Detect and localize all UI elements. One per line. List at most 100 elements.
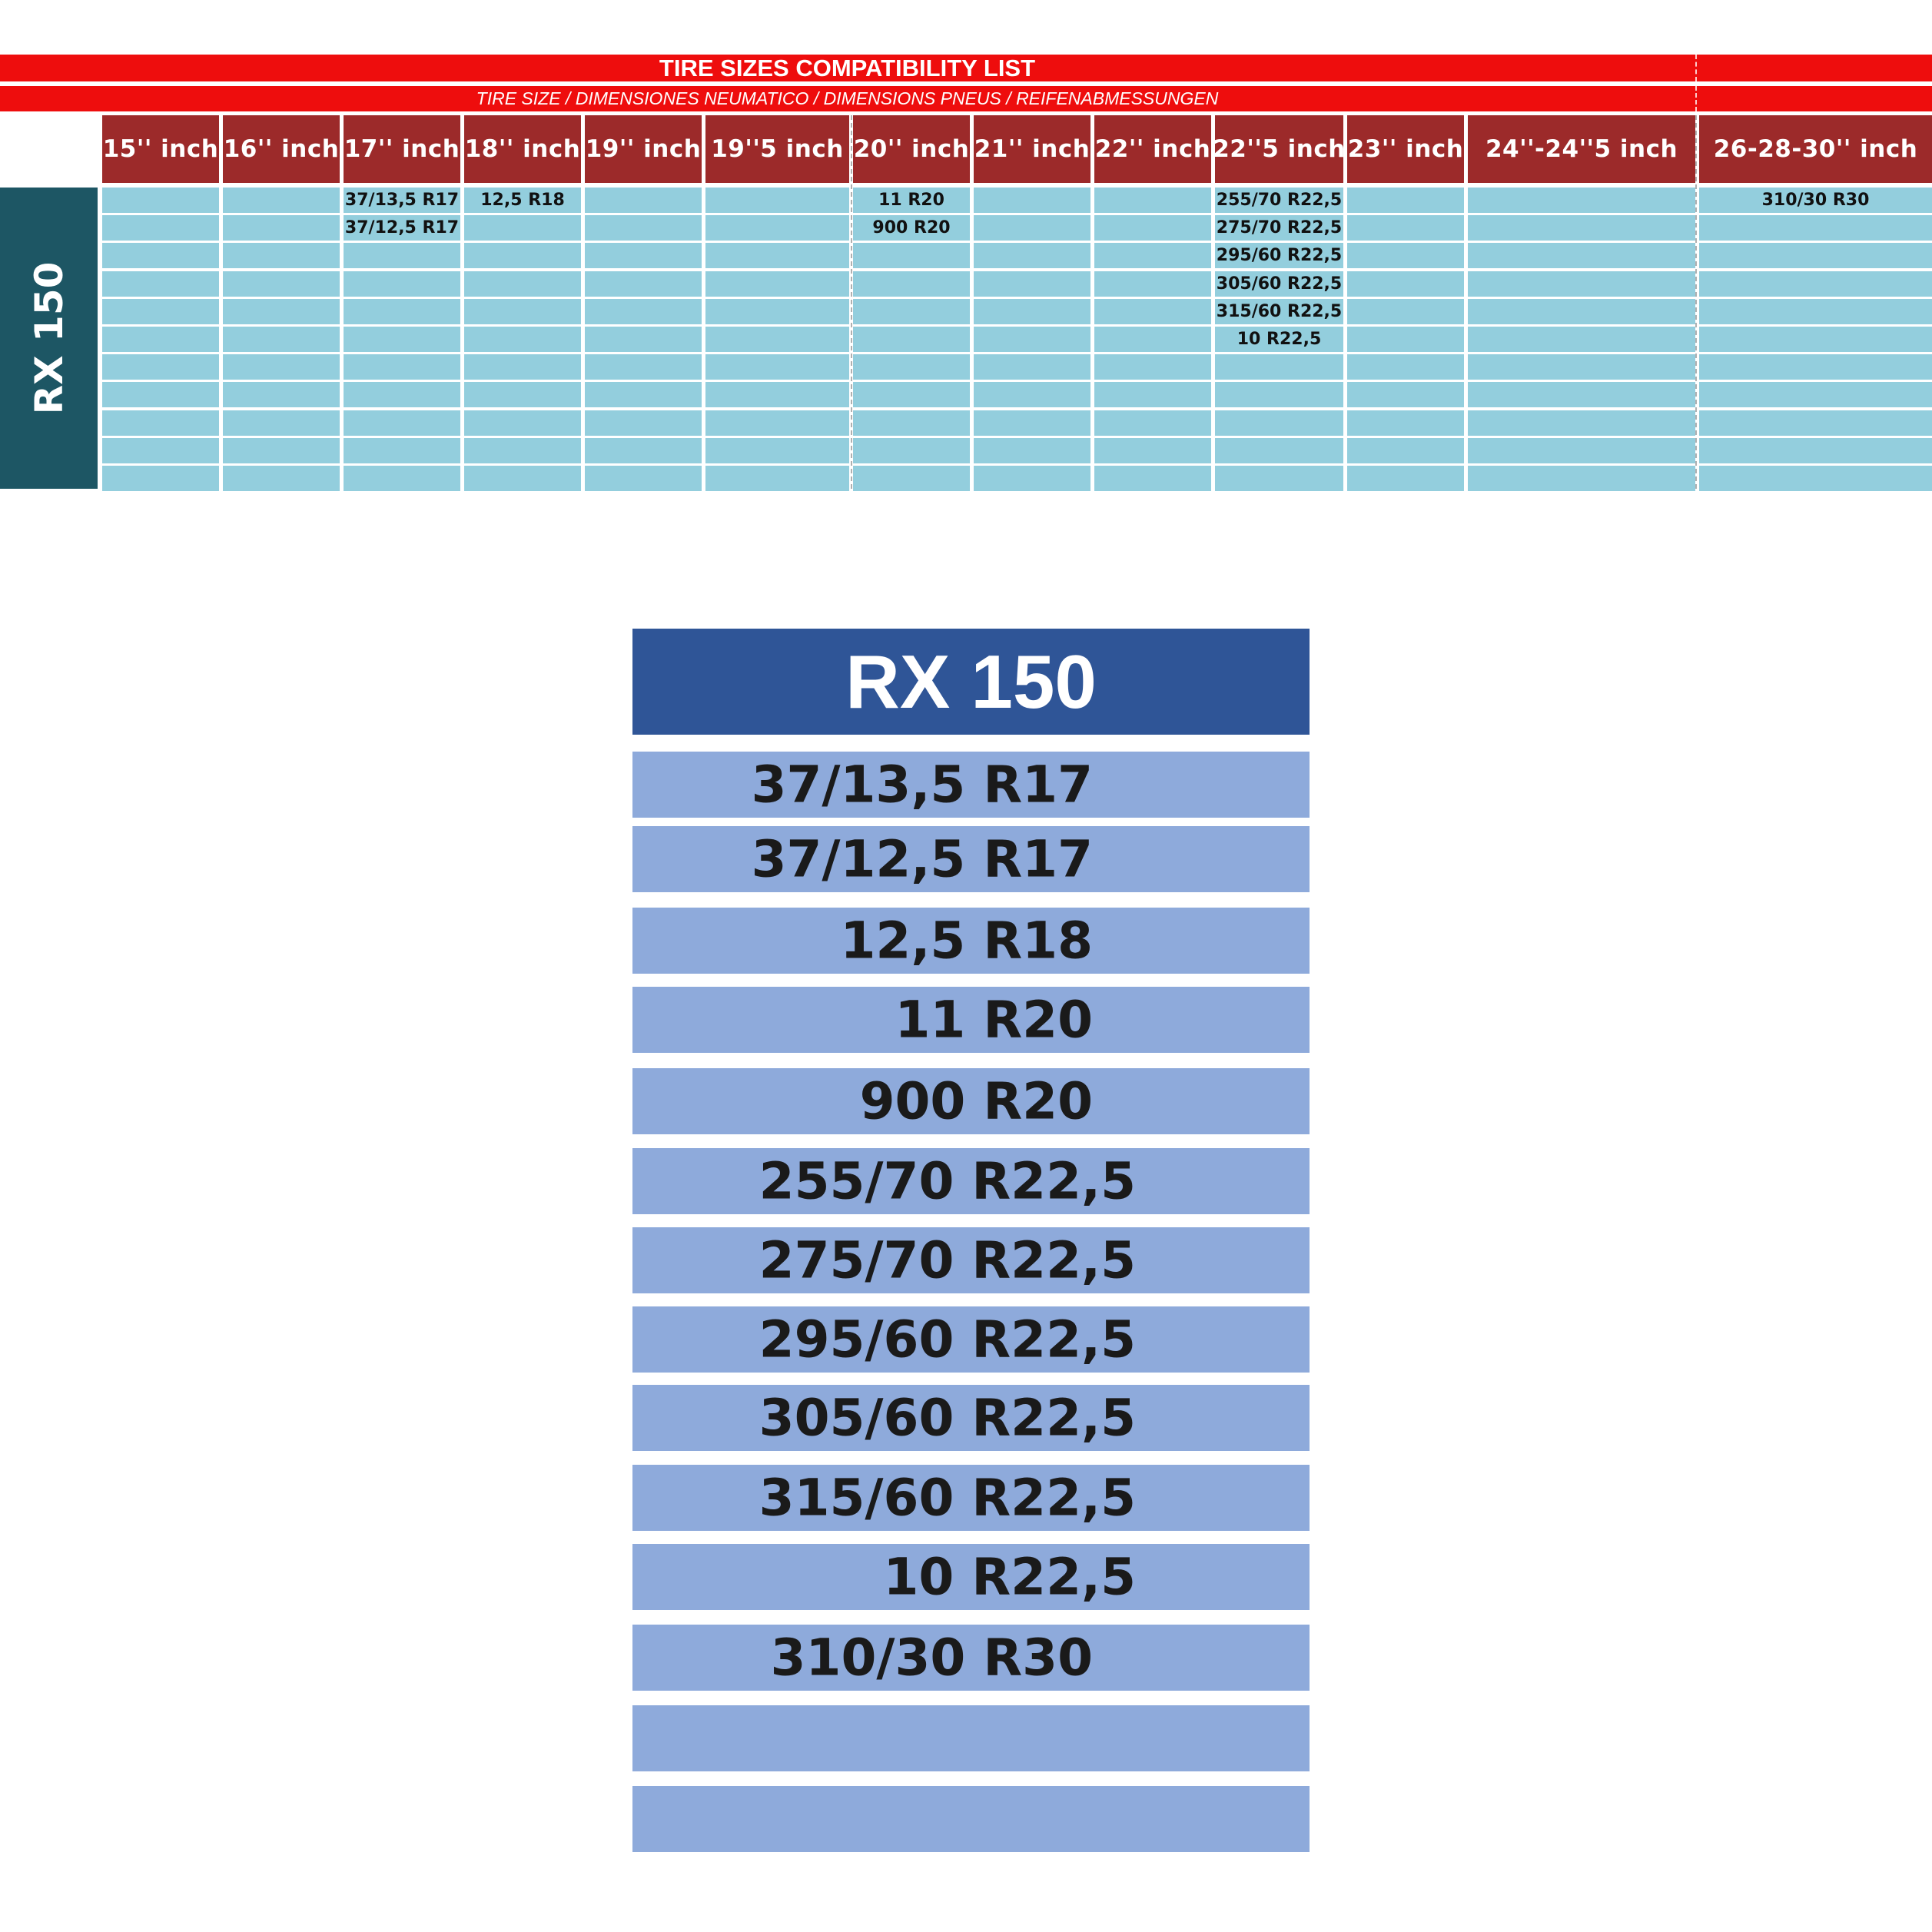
grid-cell bbox=[1347, 438, 1464, 463]
zoom-size-label: 295/60 R22,5 bbox=[759, 1310, 1136, 1369]
grid-cell bbox=[705, 243, 849, 268]
grid-cell bbox=[102, 410, 219, 436]
grid-cell bbox=[1347, 382, 1464, 407]
grid-cell: 11 R20 bbox=[853, 188, 970, 213]
grid-cell bbox=[102, 327, 219, 352]
grid-cell bbox=[1347, 327, 1464, 352]
grid-cell bbox=[464, 438, 581, 463]
grid-cell bbox=[344, 271, 460, 297]
dashed-separator bbox=[851, 115, 852, 489]
grid-cell: 10 R22,5 bbox=[1215, 327, 1343, 352]
grid-cell: 900 R20 bbox=[853, 215, 970, 241]
grid-cell bbox=[1094, 215, 1211, 241]
grid-cell bbox=[1094, 354, 1211, 380]
grid-cell bbox=[1699, 271, 1932, 297]
grid-cell bbox=[1699, 354, 1932, 380]
grid-cell bbox=[1215, 382, 1343, 407]
dashed-separator bbox=[1695, 115, 1697, 489]
zoom-table-title: RX 150 bbox=[632, 629, 1310, 735]
column-header: 15'' inch bbox=[102, 115, 219, 183]
grid-cell bbox=[1699, 410, 1932, 436]
grid-cell bbox=[1468, 299, 1695, 324]
grid-cell bbox=[1468, 271, 1695, 297]
sheet-title: TIRE SIZES COMPATIBILITY LIST bbox=[659, 55, 1036, 81]
grid-cell bbox=[974, 188, 1090, 213]
grid-cell bbox=[1094, 410, 1211, 436]
grid-cell bbox=[223, 354, 340, 380]
grid-cell bbox=[585, 438, 702, 463]
grid-cell bbox=[974, 215, 1090, 241]
column-header: 24''-24''5 inch bbox=[1468, 115, 1695, 183]
grid-cell bbox=[464, 271, 581, 297]
grid-cell bbox=[344, 382, 460, 407]
grid-cell bbox=[1468, 410, 1695, 436]
grid-cell bbox=[585, 466, 702, 491]
grid-cell bbox=[705, 438, 849, 463]
grid-cell bbox=[1699, 327, 1932, 352]
grid-cell bbox=[974, 410, 1090, 436]
zoom-size-label: 37/13,5 R17 bbox=[751, 755, 1093, 815]
grid-cell bbox=[1347, 354, 1464, 380]
grid-cell bbox=[1468, 438, 1695, 463]
model-side-label: RX 150 bbox=[0, 188, 98, 489]
zoom-size-label: 10 R22,5 bbox=[883, 1547, 1137, 1607]
grid-cell bbox=[464, 215, 581, 241]
grid-cell bbox=[102, 466, 219, 491]
grid-cell bbox=[344, 438, 460, 463]
grid-cell bbox=[223, 243, 340, 268]
grid-cell bbox=[853, 243, 970, 268]
column-header: 21'' inch bbox=[974, 115, 1090, 183]
column-header: 17'' inch bbox=[344, 115, 460, 183]
grid-cell bbox=[705, 354, 849, 380]
column-header: 19'' inch bbox=[585, 115, 702, 183]
zoom-size-label: 275/70 R22,5 bbox=[759, 1230, 1136, 1290]
grid-cell bbox=[223, 271, 340, 297]
grid-cell bbox=[705, 271, 849, 297]
column-header: 19''5 inch bbox=[705, 115, 849, 183]
grid-cell: 12,5 R18 bbox=[464, 188, 581, 213]
grid-cell bbox=[585, 327, 702, 352]
grid-cell bbox=[1094, 188, 1211, 213]
grid-cell bbox=[1347, 466, 1464, 491]
grid-cell bbox=[464, 327, 581, 352]
grid-cell bbox=[585, 410, 702, 436]
grid-cell bbox=[1215, 354, 1343, 380]
grid-cell bbox=[853, 466, 970, 491]
grid-cell bbox=[223, 327, 340, 352]
grid-cell bbox=[705, 215, 849, 241]
zoom-size-label: 37/12,5 R17 bbox=[751, 829, 1093, 889]
grid-cell bbox=[223, 382, 340, 407]
zoom-size-row: 37/12,5 R17 bbox=[632, 826, 1310, 892]
grid-cell bbox=[223, 466, 340, 491]
grid-cell bbox=[223, 438, 340, 463]
grid-cell bbox=[705, 410, 849, 436]
grid-cell bbox=[1347, 299, 1464, 324]
grid-cell bbox=[102, 215, 219, 241]
grid-cell bbox=[853, 410, 970, 436]
grid-cell bbox=[344, 327, 460, 352]
grid-cell bbox=[1094, 299, 1211, 324]
grid-cell bbox=[974, 354, 1090, 380]
grid-cell bbox=[974, 243, 1090, 268]
grid-cell bbox=[974, 382, 1090, 407]
grid-cell bbox=[853, 354, 970, 380]
grid-cell bbox=[705, 382, 849, 407]
grid-cell bbox=[705, 327, 849, 352]
zoom-size-row: 295/60 R22,5 bbox=[632, 1306, 1310, 1373]
grid-cell bbox=[344, 299, 460, 324]
grid-cell bbox=[1094, 327, 1211, 352]
grid-cell bbox=[853, 271, 970, 297]
grid-cell bbox=[585, 299, 702, 324]
grid-cell: 315/60 R22,5 bbox=[1215, 299, 1343, 324]
grid-cell bbox=[853, 438, 970, 463]
grid-cell: 310/30 R30 bbox=[1699, 188, 1932, 213]
band-divider bbox=[1695, 86, 1697, 111]
sheet-subtitle-band: TIRE SIZE / DIMENSIONES NEUMATICO / DIME… bbox=[0, 86, 1932, 111]
grid-cell: 37/12,5 R17 bbox=[344, 215, 460, 241]
grid-cell bbox=[1215, 466, 1343, 491]
grid-cell: 255/70 R22,5 bbox=[1215, 188, 1343, 213]
grid-cell bbox=[853, 382, 970, 407]
zoom-size-row: 275/70 R22,5 bbox=[632, 1227, 1310, 1293]
grid-cell bbox=[974, 438, 1090, 463]
grid-cell bbox=[1347, 188, 1464, 213]
